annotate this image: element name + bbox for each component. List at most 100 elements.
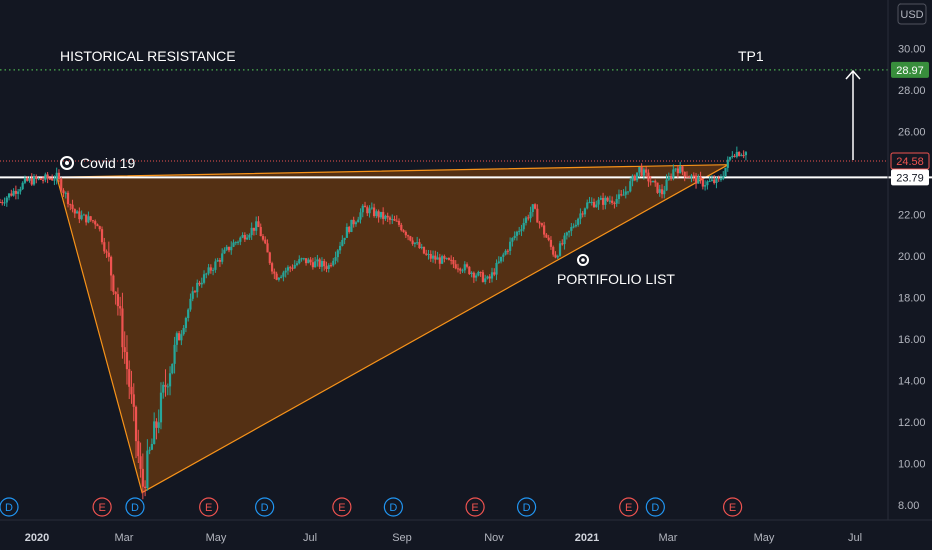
candle-body [329,265,333,267]
candle-body [12,190,15,196]
candle-body [561,243,564,245]
candle-body [404,231,407,236]
candle-body [334,257,337,261]
candle-body [688,176,691,178]
time-tick-label: Jul [848,532,862,544]
candle-body [250,227,253,236]
candle-body [499,256,503,262]
candle-body [547,237,550,240]
candle-body [624,191,627,195]
candle-body [674,168,677,170]
candle-body [685,176,689,178]
candle-body [468,266,471,275]
candle-body [531,204,534,213]
candle-body [391,219,394,221]
price-tick-label: 18.00 [898,293,926,305]
candle-body [694,175,698,184]
candle-body [622,194,625,196]
candle-body [670,176,673,178]
candle-body [314,261,317,268]
candle-body [679,166,682,174]
candle-body [656,182,659,193]
candle-body [545,234,548,238]
candle-body [316,259,319,262]
candle-body [332,260,335,266]
candle-body [536,208,539,223]
candle-body [173,344,176,364]
candle-body [613,202,616,204]
event-letter: E [98,502,105,514]
candle-body [731,155,734,157]
candle-body [368,208,371,214]
candle-body [629,181,632,192]
candle-body [30,178,33,185]
candle-body [128,369,131,387]
candle-body [486,276,489,279]
candle-body [633,175,636,181]
candle-body [69,204,72,206]
candle-body [654,180,657,183]
candle-body [323,261,326,267]
candle-body [144,486,147,489]
candle-body [717,177,720,179]
candle-body [377,211,380,218]
candle-body [513,235,516,238]
candle-body [626,191,630,193]
candle-body [658,189,661,193]
portfolio-label: PORTIFOLIO LIST [557,271,675,287]
candle-body [640,167,643,176]
candle-body [223,249,226,254]
candle-body [552,246,555,255]
candle-body [189,298,192,310]
price-tick-label: 10.00 [898,459,926,471]
candle-body [17,191,20,194]
candle-body [202,274,206,283]
candle-body [96,224,99,227]
event-letter: D [651,502,659,514]
candle-body [162,384,165,393]
currency-badge[interactable]: USD [897,3,927,25]
candle-body [708,180,711,182]
candle-body [57,172,61,180]
candle-body [604,197,607,205]
candle-body [261,236,265,240]
candle-body [71,204,74,210]
candle-body [309,259,312,263]
candle-body [495,262,498,275]
candle-body [227,246,231,251]
candle-body [187,309,190,319]
candle-body [300,258,303,260]
time-tick-label: Nov [484,532,504,544]
candle-body [631,175,634,182]
candle-body [558,243,562,256]
time-tick-label: Mar [115,532,134,544]
candle-body [563,235,566,245]
candle-body [413,242,417,244]
candle-body [130,386,133,395]
candle-body [506,250,509,252]
candle-body [89,216,92,221]
price-tick-label: 20.00 [898,251,926,263]
candle-body [157,422,160,428]
candle-body [311,262,314,268]
candle-body [51,178,54,181]
candle-body [214,261,217,270]
candle-body [354,222,358,225]
price-chart[interactable]: HISTORICAL RESISTANCE TP1 Covid 19 PORTI… [0,0,932,550]
price-tick-label: 28.00 [898,85,926,97]
candle-body [232,242,235,247]
candle-body [198,282,201,285]
candle-body [431,255,435,259]
candle-body [112,275,115,292]
candle-body [221,253,224,262]
candle-body [477,271,480,276]
candle-body [540,223,543,226]
time-tick-label: May [206,532,227,544]
candle-body [178,333,181,341]
candle-body [239,237,242,242]
tp1-label: TP1 [738,48,764,64]
candle-body [713,179,716,183]
candle-body [291,267,294,269]
candle-body [146,450,149,489]
candle-body [635,172,639,181]
